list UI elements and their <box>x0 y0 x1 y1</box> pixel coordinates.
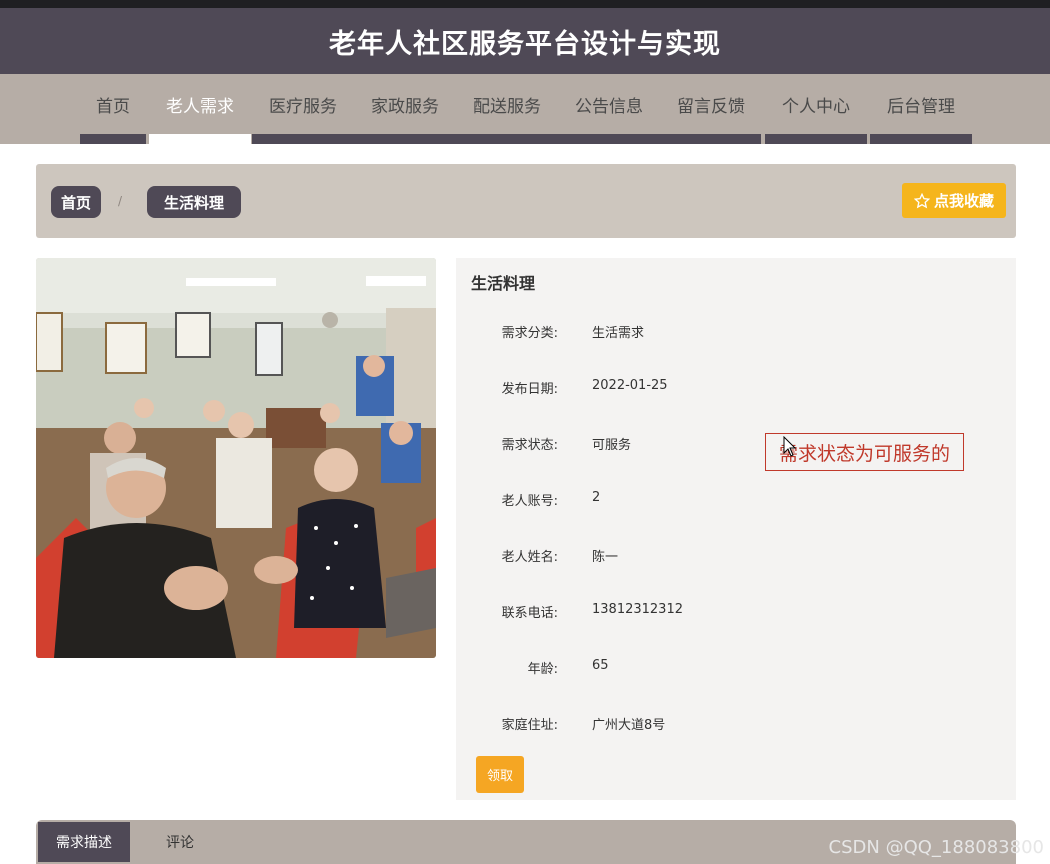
nav-underline <box>252 134 761 144</box>
nav-underline <box>765 134 867 144</box>
tab-demand-description[interactable]: 需求描述 <box>38 822 130 862</box>
field-publish-date: 发布日期: 2022-01-25 <box>456 378 1016 398</box>
nav-item-housekeeping[interactable]: 家政服务 <box>354 74 456 134</box>
demand-photo <box>36 258 436 658</box>
field-phone: 联系电话: 13812312312 <box>456 602 1016 622</box>
nav-item-medical[interactable]: 医疗服务 <box>252 74 354 134</box>
top-strip <box>0 0 1050 8</box>
site-header: 老年人社区服务平台设计与实现 <box>0 8 1050 74</box>
demand-info-panel: 生活料理 需求分类: 生活需求 发布日期: 2022-01-25 需求状态: 可… <box>456 258 1016 800</box>
breadcrumb-home[interactable]: 首页 <box>51 186 102 218</box>
field-value: 广州大道8号 <box>592 718 666 733</box>
field-value: 2022-01-25 <box>592 378 668 393</box>
breadcrumb: 首页 / 生活料理 点我收藏 <box>36 164 1016 238</box>
field-value: 生活需求 <box>592 326 645 341</box>
demand-title: 生活料理 <box>471 274 536 293</box>
watermark: CSDN @QQ_188083800 <box>828 837 1044 858</box>
nav-item-announcements[interactable]: 公告信息 <box>558 74 660 134</box>
field-elder-name: 老人姓名: 陈一 <box>456 546 1016 566</box>
field-value: 13812312312 <box>592 602 683 617</box>
breadcrumb-current[interactable]: 生活料理 <box>147 186 241 218</box>
star-icon <box>913 192 930 208</box>
main-nav: 首页 老人需求 医疗服务 家政服务 配送服务 公告信息 留言反馈 个人中心 后台… <box>0 74 1050 144</box>
field-value: 2 <box>592 490 601 505</box>
nav-underline <box>80 134 146 144</box>
nav-item-feedback[interactable]: 留言反馈 <box>660 74 762 134</box>
favorite-button[interactable]: 点我收藏 <box>901 183 1006 218</box>
tab-comments[interactable]: 评论 <box>140 822 220 862</box>
nav-item-home[interactable]: 首页 <box>80 74 146 134</box>
nav-item-delivery[interactable]: 配送服务 <box>456 74 558 134</box>
nav-underline <box>870 134 972 144</box>
field-age: 年龄: 65 <box>456 658 1016 678</box>
field-label: 需求分类: <box>501 326 558 341</box>
nav-item-admin[interactable]: 后台管理 <box>870 74 972 134</box>
field-elder-account: 老人账号: 2 <box>456 490 1016 510</box>
mouse-cursor-icon <box>783 436 797 457</box>
field-label: 家庭住址: <box>501 718 558 733</box>
nav-item-elder-needs[interactable]: 老人需求 <box>149 74 251 134</box>
field-value: 陈一 <box>592 550 619 565</box>
field-label: 年龄: <box>527 662 558 677</box>
nav-item-personal-center[interactable]: 个人中心 <box>765 74 867 134</box>
field-label: 老人账号: <box>501 494 558 509</box>
field-address: 家庭住址: 广州大道8号 <box>456 714 1016 734</box>
field-label: 需求状态: <box>501 438 558 453</box>
breadcrumb-separator: / <box>118 194 123 208</box>
field-value: 65 <box>592 658 609 673</box>
field-value: 可服务 <box>592 438 632 453</box>
field-label: 联系电话: <box>501 606 558 621</box>
field-label: 发布日期: <box>501 382 558 397</box>
elderly-group-photo <box>36 258 436 658</box>
nav-active-underline <box>149 134 251 144</box>
field-category: 需求分类: 生活需求 <box>456 322 1016 342</box>
claim-button[interactable]: 领取 <box>476 756 524 793</box>
site-title: 老年人社区服务平台设计与实现 <box>329 28 721 60</box>
favorite-label: 点我收藏 <box>933 193 994 210</box>
field-label: 老人姓名: <box>501 550 558 565</box>
